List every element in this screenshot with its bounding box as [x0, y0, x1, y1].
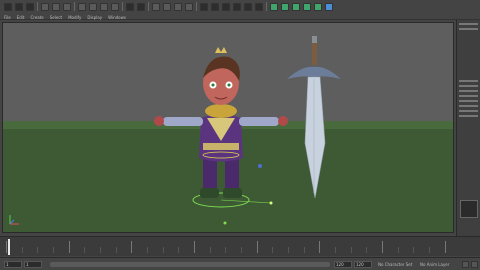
time-slider[interactable]	[0, 236, 480, 256]
range-start-field[interactable]: 1	[4, 261, 22, 268]
viewport-panel[interactable]	[2, 22, 454, 233]
new-scene-icon[interactable]	[4, 2, 12, 11]
sword-grip	[312, 43, 317, 65]
playback-start-field[interactable]: 1	[24, 261, 42, 268]
lights-icon[interactable]	[244, 2, 252, 11]
main-menu: File Edit Create Select Modify Display W…	[4, 15, 126, 20]
right-boot	[223, 188, 242, 198]
divider	[122, 2, 123, 11]
sword-model	[287, 36, 341, 199]
root-control-handle	[220, 199, 272, 204]
attribute-row[interactable]	[459, 115, 478, 117]
layer-editor-icon[interactable]	[460, 200, 478, 218]
range-end-field[interactable]: 120	[354, 261, 372, 268]
playhead[interactable]	[8, 239, 10, 255]
pivot-marker	[223, 221, 227, 225]
snap-curve-icon[interactable]	[89, 2, 97, 11]
snap-point-icon[interactable]	[100, 2, 108, 11]
anim-layer-label[interactable]: No Anim Layer	[420, 262, 449, 267]
history-icon[interactable]	[126, 2, 134, 11]
range-slider[interactable]	[50, 262, 330, 267]
paint-select-icon[interactable]	[63, 2, 71, 11]
snap-grid-icon[interactable]	[78, 2, 86, 11]
select-tool-icon[interactable]	[41, 2, 49, 11]
left-pupil	[211, 83, 215, 87]
smooth-shade-icon[interactable]	[222, 2, 230, 11]
modeling-toolkit-icon[interactable]	[270, 2, 278, 11]
attribute-row[interactable]	[459, 100, 478, 102]
attribute-row[interactable]	[459, 105, 478, 107]
preferences-icon[interactable]	[471, 261, 478, 268]
render-settings-icon[interactable]	[174, 2, 182, 11]
wireframe-icon[interactable]	[211, 2, 219, 11]
menu-create[interactable]: Create	[30, 15, 43, 20]
belt	[203, 143, 239, 150]
ipr-render-icon[interactable]	[163, 2, 171, 11]
pole-vector-control	[258, 164, 262, 168]
crown	[215, 47, 227, 53]
channel-box-panel[interactable]	[456, 20, 480, 238]
snap-surface-icon[interactable]	[111, 2, 119, 11]
lasso-tool-icon[interactable]	[52, 2, 60, 11]
left-hand	[154, 116, 164, 126]
axis-gizmo	[9, 213, 21, 226]
menu-edit[interactable]: Edit	[17, 15, 25, 20]
right-hand	[278, 116, 288, 126]
open-scene-icon[interactable]	[15, 2, 23, 11]
range-slider-bar: 1 1 120 120 No Character Set No Anim Lay…	[0, 257, 480, 270]
channel-box-icon[interactable]	[314, 2, 322, 11]
attribute-row[interactable]	[459, 23, 478, 25]
menubar: File Edit Create Select Modify Display W…	[0, 0, 480, 20]
attribute-editor-icon[interactable]	[292, 2, 300, 11]
divider	[37, 2, 38, 11]
hypershade-icon[interactable]	[185, 2, 193, 11]
menu-select[interactable]: Select	[50, 15, 62, 20]
menu-display[interactable]: Display	[87, 15, 102, 20]
sword-blade	[304, 76, 326, 199]
right-pupil	[227, 83, 231, 87]
right-arm	[239, 117, 279, 126]
sword-pommel	[312, 36, 317, 43]
textured-icon[interactable]	[233, 2, 241, 11]
left-boot	[200, 188, 219, 198]
menu-file[interactable]: File	[4, 15, 11, 20]
attribute-row[interactable]	[459, 85, 478, 87]
shadows-icon[interactable]	[255, 2, 263, 11]
workspace-icon[interactable]	[325, 2, 333, 11]
status-line	[4, 2, 333, 11]
root-control-point	[269, 201, 273, 205]
menu-windows[interactable]: Windows	[108, 15, 126, 20]
attribute-row[interactable]	[459, 28, 478, 30]
attribute-row[interactable]	[459, 80, 478, 82]
attribute-row[interactable]	[459, 90, 478, 92]
playback-end-field[interactable]: 120	[334, 261, 352, 268]
divider	[196, 2, 197, 11]
divider	[266, 2, 267, 11]
left-arm	[163, 117, 203, 126]
render-icon[interactable]	[152, 2, 160, 11]
divider	[148, 2, 149, 11]
scarf	[205, 104, 237, 118]
character-set-label[interactable]: No Character Set	[378, 262, 412, 267]
tool-settings-icon[interactable]	[303, 2, 311, 11]
scene-render[interactable]	[3, 23, 454, 233]
auto-key-icon[interactable]	[462, 261, 469, 268]
character-controls-icon[interactable]	[281, 2, 289, 11]
divider	[74, 2, 75, 11]
timeline-ticks	[6, 241, 446, 253]
save-scene-icon[interactable]	[26, 2, 34, 11]
attribute-row[interactable]	[459, 110, 478, 112]
construction-history-icon[interactable]	[137, 2, 145, 11]
xray-icon[interactable]	[200, 2, 208, 11]
menu-modify[interactable]: Modify	[68, 15, 81, 20]
attribute-row[interactable]	[459, 95, 478, 97]
